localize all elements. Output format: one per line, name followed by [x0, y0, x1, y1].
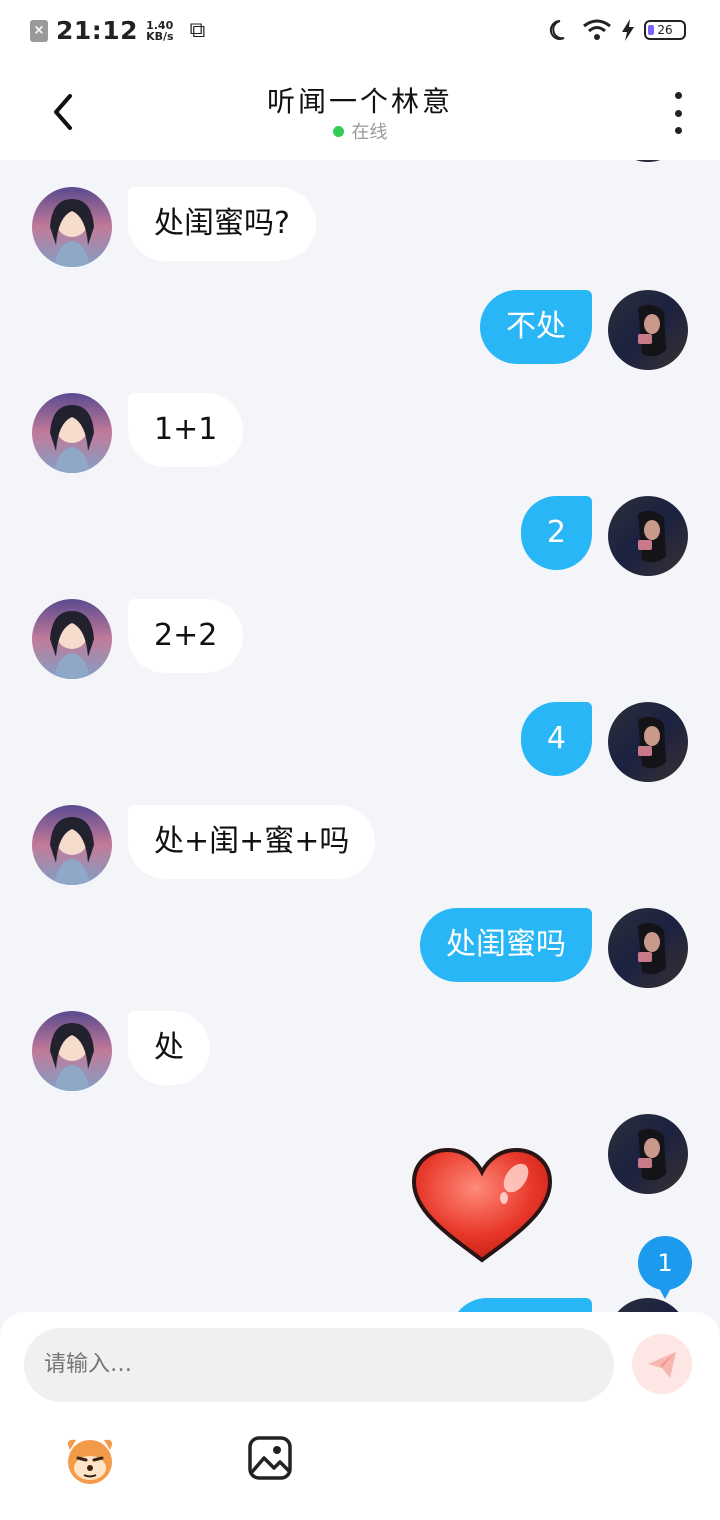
dot: [674, 92, 682, 99]
contact-avatar[interactable]: [32, 393, 112, 473]
heart-sticker[interactable]: [410, 1146, 554, 1266]
my-avatar[interactable]: [608, 160, 688, 162]
wifi-icon: [583, 19, 611, 40]
screenshot-icon: ⧉: [189, 18, 206, 43]
online-dot-icon: [332, 126, 344, 137]
incoming-message[interactable]: 处+闺+蜜+吗: [128, 805, 376, 879]
clock: 21:12: [56, 16, 139, 45]
my-avatar[interactable]: [608, 908, 688, 988]
outgoing-message[interactable]: [450, 1298, 592, 1312]
emoji-sticker-icon[interactable]: [60, 1428, 120, 1488]
send-button[interactable]: [632, 1334, 692, 1394]
my-avatar[interactable]: [608, 1298, 688, 1312]
my-avatar[interactable]: [608, 290, 688, 370]
network-speed-value: 1.40: [146, 18, 174, 32]
incoming-message[interactable]: 2+2: [128, 599, 244, 673]
contact-avatar[interactable]: [32, 805, 112, 885]
incoming-message[interactable]: 处闺蜜吗?: [128, 187, 316, 261]
more-options-button[interactable]: [672, 92, 684, 134]
charging-icon: [622, 19, 634, 41]
no-sim-icon: ×: [30, 19, 48, 42]
incoming-message[interactable]: 处: [128, 1011, 210, 1085]
dot: [674, 109, 682, 117]
send-icon: [648, 1352, 676, 1378]
contact-avatar[interactable]: [32, 1011, 112, 1091]
compose-panel: [0, 1312, 720, 1520]
new-message-badge[interactable]: 1: [638, 1236, 692, 1299]
dot: [674, 127, 682, 134]
moon-icon: [549, 19, 565, 40]
status-bar: × 21:12 1.40 KB/s ⧉ 26: [0, 0, 720, 64]
my-avatar[interactable]: [608, 702, 688, 782]
my-avatar[interactable]: [608, 496, 688, 576]
incoming-message[interactable]: 1+1: [128, 393, 244, 467]
my-avatar[interactable]: [608, 1114, 688, 1194]
message-input[interactable]: [24, 1328, 614, 1402]
message-list[interactable]: 处闺蜜吗? 不处 1+1 2 2+2 4 处+闺+蜜+吗 处闺蜜吗 处 1: [0, 160, 720, 1312]
contact-avatar[interactable]: [32, 187, 112, 267]
outgoing-message[interactable]: 处闺蜜吗: [420, 908, 592, 982]
image-picker-icon[interactable]: [246, 1434, 294, 1482]
network-speed-unit: KB/s: [146, 29, 174, 43]
contact-name: 听闻一个林意: [266, 85, 453, 118]
contact-avatar[interactable]: [32, 599, 112, 679]
presence-label: 在线: [351, 122, 388, 143]
presence-status: 在线: [0, 118, 720, 144]
outgoing-message[interactable]: 2: [520, 496, 592, 570]
outgoing-message[interactable]: 4: [520, 702, 592, 776]
chat-header: 听闻一个林意 在线: [0, 64, 720, 160]
battery-indicator: 26: [644, 20, 686, 40]
network-speed: 1.40 KB/s: [146, 20, 173, 42]
outgoing-message[interactable]: 不处: [480, 290, 592, 364]
